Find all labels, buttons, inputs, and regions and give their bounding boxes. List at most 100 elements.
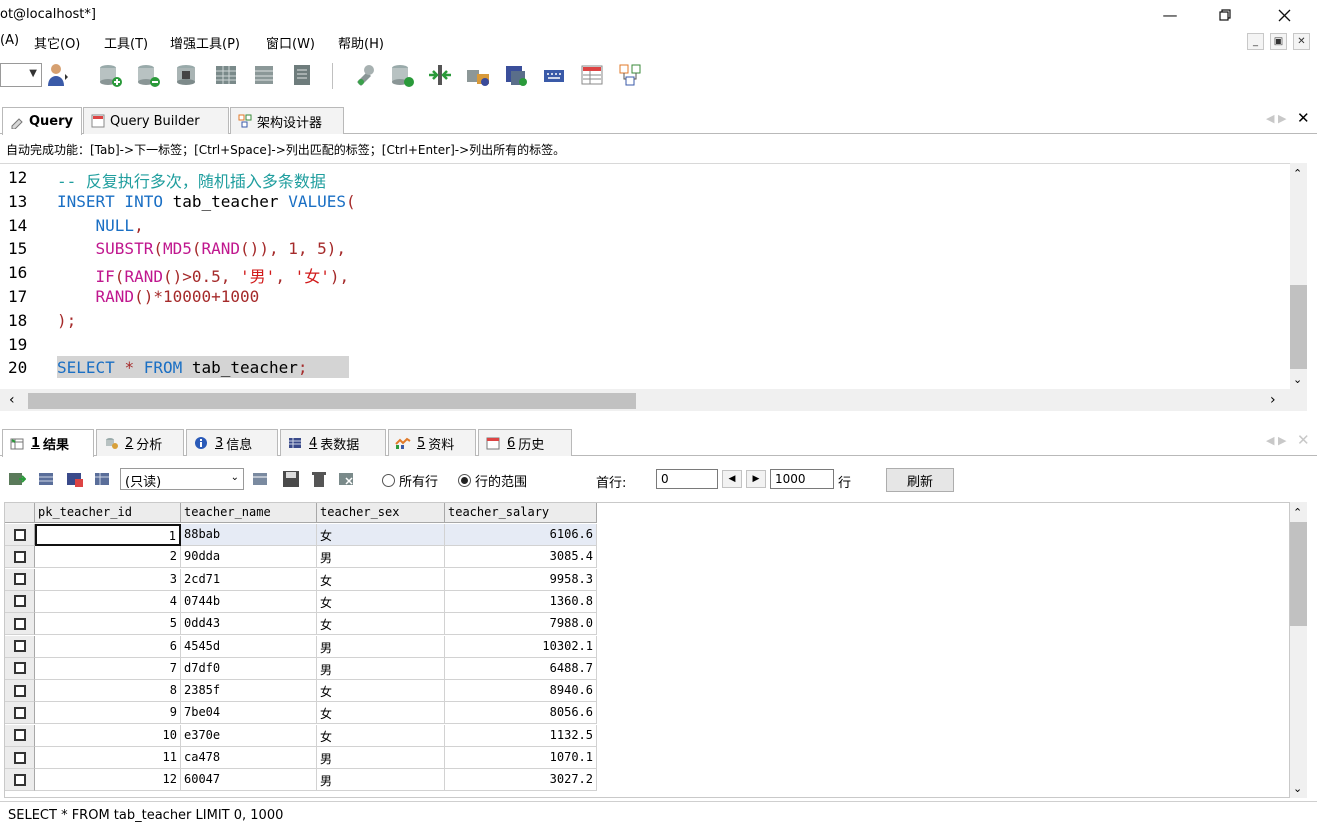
table-cell[interactable]: 女 xyxy=(317,590,445,613)
editor-hscroll-thumb[interactable] xyxy=(28,393,636,409)
tab-query[interactable]: Query xyxy=(2,107,82,135)
table-cell[interactable]: 女 xyxy=(317,702,445,725)
checkbox-icon[interactable] xyxy=(13,684,26,697)
insert-row-icon[interactable] xyxy=(252,470,270,488)
row-selector[interactable] xyxy=(5,590,35,613)
chevron-left-icon[interactable]: ‹ xyxy=(9,392,15,408)
delete-icon[interactable] xyxy=(310,470,328,488)
row-selector[interactable] xyxy=(5,568,35,591)
column-header[interactable]: teacher_salary xyxy=(445,503,597,523)
tab-messages[interactable]: 3 信息 xyxy=(186,429,278,456)
editor-scroll-thumb[interactable] xyxy=(1290,285,1307,369)
mdi-minimize-button[interactable]: _ xyxy=(1247,33,1264,50)
table-cell[interactable]: 12 xyxy=(35,769,181,792)
chevron-down-icon[interactable]: ⌄ xyxy=(1293,782,1302,795)
copy-database-button[interactable] xyxy=(464,61,492,89)
radio-all-rows[interactable]: 所有行 xyxy=(382,471,438,490)
checkbox-icon[interactable] xyxy=(13,528,26,541)
table-cell[interactable]: 7988.0 xyxy=(445,613,597,636)
table-cell[interactable]: 1360.8 xyxy=(445,590,597,613)
table-cell[interactable]: 3 xyxy=(35,568,181,591)
table-cell[interactable]: 0dd43 xyxy=(181,613,317,636)
table-cell[interactable]: 6488.7 xyxy=(445,657,597,680)
grid-view-icon[interactable] xyxy=(94,470,112,488)
checkbox-icon[interactable] xyxy=(13,573,26,586)
table-cell[interactable]: 1070.1 xyxy=(445,747,597,769)
tab-history[interactable]: 6 历史 xyxy=(478,429,572,456)
cancel-changes-icon[interactable] xyxy=(338,470,356,488)
column-header[interactable]: teacher_name xyxy=(181,503,317,523)
row-selector[interactable] xyxy=(5,724,35,747)
schedule-button[interactable] xyxy=(350,61,378,89)
minimize-button[interactable]: — xyxy=(1150,4,1190,26)
table-cell[interactable]: 60047 xyxy=(181,769,317,792)
table-cell[interactable]: 女 xyxy=(317,524,445,546)
row-count-input[interactable]: 1000 xyxy=(770,469,834,489)
row-selector[interactable] xyxy=(5,747,35,769)
table-cell[interactable]: 女 xyxy=(317,680,445,703)
row-selector[interactable] xyxy=(5,546,35,569)
table-cell[interactable]: 4545d xyxy=(181,635,317,658)
table-cell[interactable]: 男 xyxy=(317,657,445,680)
table-cell[interactable]: 女 xyxy=(317,724,445,747)
table-cell[interactable]: 11 xyxy=(35,747,181,769)
menu-item-power-tools[interactable]: 增强工具(P) xyxy=(170,33,240,52)
row-selector[interactable] xyxy=(5,524,35,546)
row-selector[interactable] xyxy=(5,680,35,703)
tab-scroll-arrows-icon[interactable]: ◀ ▶ xyxy=(1266,112,1286,125)
editor-vertical-scrollbar[interactable]: ⌃ ⌄ xyxy=(1290,163,1307,389)
table-cell[interactable]: 男 xyxy=(317,546,445,569)
row-selector[interactable] xyxy=(5,657,35,680)
result-mode-select[interactable]: (只读) ⌄ xyxy=(120,468,244,490)
table-cell[interactable]: 1132.5 xyxy=(445,724,597,747)
grid-scroll-thumb[interactable] xyxy=(1290,522,1307,626)
tab-result[interactable]: 1 结果 xyxy=(2,429,94,457)
chevron-down-icon[interactable]: ⌄ xyxy=(1293,373,1302,386)
close-tab-icon[interactable]: ✕ xyxy=(1297,109,1310,127)
sql-editor[interactable]: 12 13 14 15 16 17 18 19 20 -- 反复执行多次，随机插入多条数据 INS… xyxy=(0,163,1290,389)
table-cell[interactable]: 9 xyxy=(35,702,181,725)
mdi-restore-button[interactable]: ▣ xyxy=(1270,33,1287,50)
tab-profiler[interactable]: 2 分析 xyxy=(96,429,184,456)
table-cell[interactable]: 男 xyxy=(317,769,445,792)
table-cell[interactable]: 88bab xyxy=(181,524,317,546)
table-cell[interactable]: 7be04 xyxy=(181,702,317,725)
table-cell[interactable]: 4 xyxy=(35,590,181,613)
close-button[interactable] xyxy=(1264,4,1304,26)
restore-db-button[interactable] xyxy=(134,61,162,89)
database-sync-button[interactable] xyxy=(388,61,416,89)
tab-info[interactable]: 5 资料 xyxy=(388,429,476,456)
table-cell[interactable]: d7df0 xyxy=(181,657,317,680)
checkbox-icon[interactable] xyxy=(13,662,26,675)
menu-item-help[interactable]: 帮助(H) xyxy=(338,33,384,52)
close-tab-icon[interactable]: ✕ xyxy=(1297,431,1310,449)
menu-item-a[interactable]: (A) xyxy=(0,33,19,48)
row-selector[interactable] xyxy=(5,635,35,658)
table-cell[interactable]: 0744b xyxy=(181,590,317,613)
checkbox-icon[interactable] xyxy=(13,729,26,742)
tab-query-builder[interactable]: Query Builder xyxy=(83,107,229,134)
menu-item-other[interactable]: 其它(O) xyxy=(34,33,80,52)
menu-item-tools[interactable]: 工具(T) xyxy=(104,33,148,52)
database-selector[interactable]: ▼ xyxy=(0,63,42,87)
previous-page-icon[interactable]: ◀ xyxy=(722,470,742,488)
table-cell[interactable]: 男 xyxy=(317,635,445,658)
table-cell[interactable]: 7 xyxy=(35,657,181,680)
export-icon[interactable] xyxy=(8,470,26,488)
row-selector[interactable] xyxy=(5,769,35,792)
checkbox-icon[interactable] xyxy=(13,595,26,608)
table-cell[interactable]: 2cd71 xyxy=(181,568,317,591)
user-manager-button[interactable] xyxy=(44,61,72,89)
checkbox-icon[interactable] xyxy=(13,640,26,652)
table-cell[interactable]: 6 xyxy=(35,635,181,658)
table-cell[interactable]: 1 xyxy=(35,524,181,546)
data-sync-button[interactable] xyxy=(502,61,530,89)
checkbox-icon[interactable] xyxy=(13,751,26,764)
menu-item-window[interactable]: 窗口(W) xyxy=(266,33,315,52)
copy-rows-icon[interactable] xyxy=(38,470,56,488)
table-cell[interactable]: 90dda xyxy=(181,546,317,569)
table-cell[interactable]: 8056.6 xyxy=(445,702,597,725)
import-button[interactable] xyxy=(172,61,200,89)
tab-table-data[interactable]: 4 表数据 xyxy=(280,429,386,456)
row-selector[interactable] xyxy=(5,702,35,725)
